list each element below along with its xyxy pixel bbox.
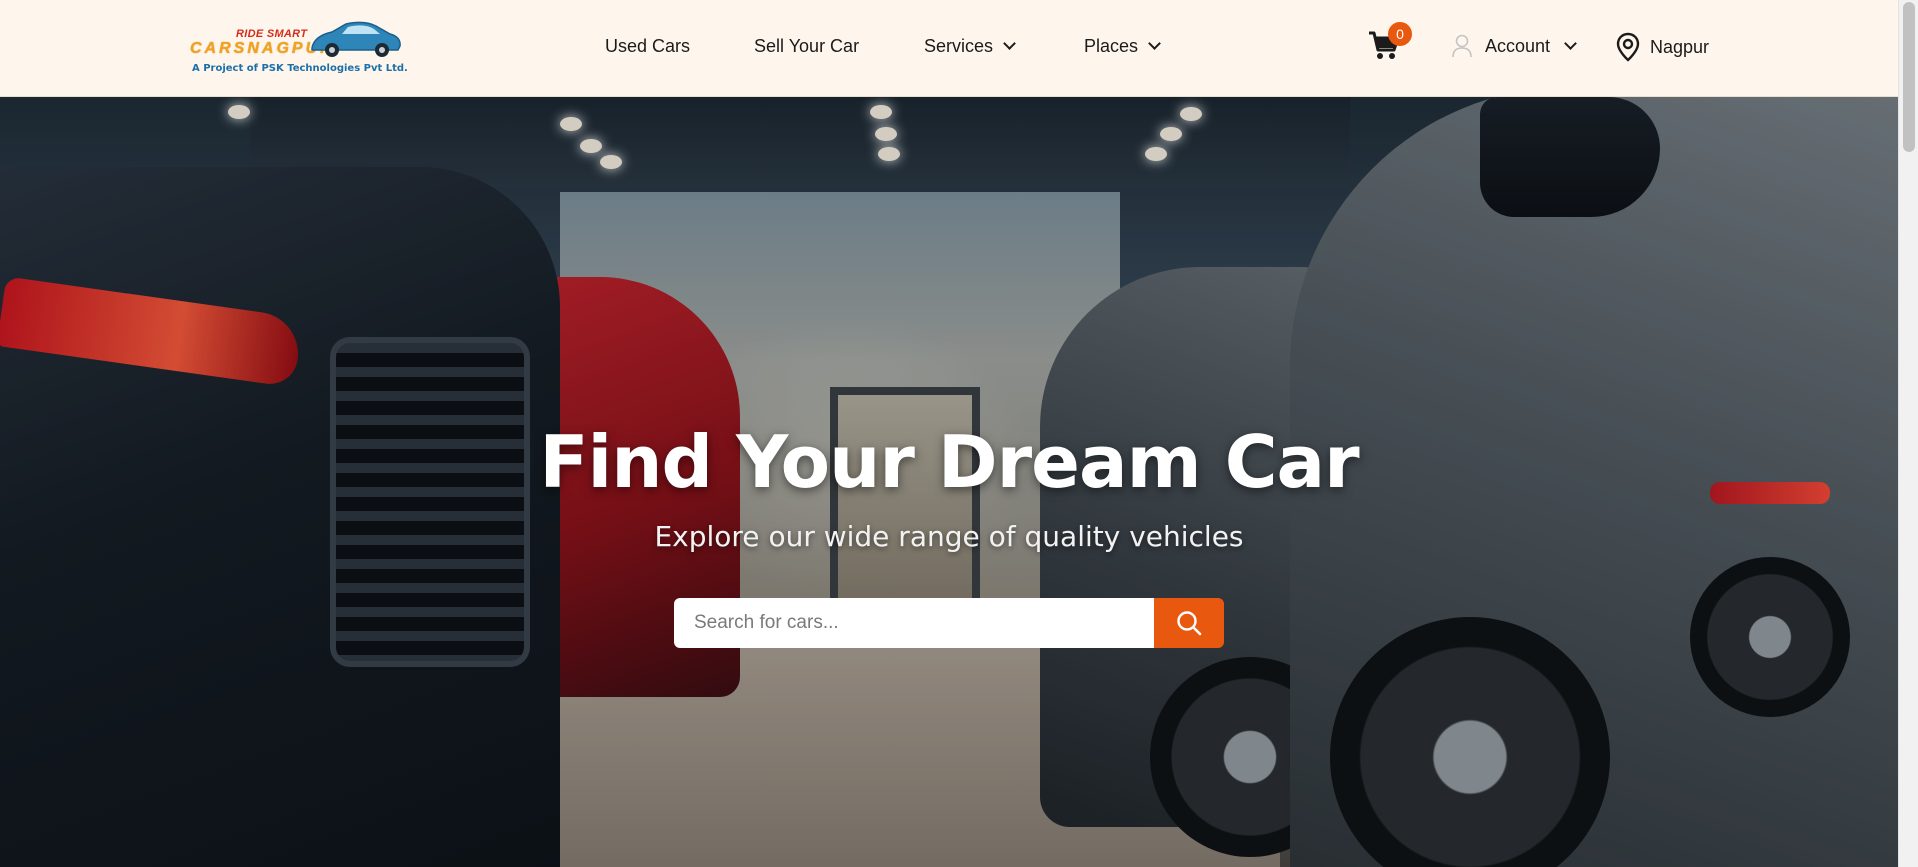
account-label: Account: [1485, 35, 1551, 56]
hero-content: Find Your Dream Car Explore our wide ran…: [0, 97, 1898, 867]
nav-places[interactable]: Places: [1084, 36, 1161, 57]
map-pin-icon: [1616, 32, 1640, 62]
car-search-bar: [674, 598, 1224, 648]
nav-label: Sell Your Car: [754, 36, 860, 56]
nav-label: Places: [1084, 36, 1139, 56]
scrollbar-thumb[interactable]: [1903, 2, 1915, 152]
hero-section: Find Your Dream Car Explore our wide ran…: [0, 97, 1898, 867]
user-icon: [1452, 34, 1472, 58]
hero-title: Find Your Dream Car: [539, 420, 1359, 504]
account-menu[interactable]: Account: [1451, 34, 1577, 58]
chevron-down-icon: [1564, 36, 1577, 50]
nav-used-cars[interactable]: Used Cars: [605, 36, 690, 57]
search-icon: [1177, 611, 1202, 636]
site-logo[interactable]: RIDE SMART CARSNAGPUR A Project of PSK T…: [188, 18, 408, 78]
nav-label: Used Cars: [605, 36, 691, 56]
chevron-down-icon: [1003, 37, 1016, 50]
nav-label: Services: [924, 36, 994, 56]
location-label: Nagpur: [1650, 36, 1710, 57]
nav-sell-your-car[interactable]: Sell Your Car: [754, 36, 859, 57]
chevron-down-icon: [1148, 37, 1161, 50]
car-search-input[interactable]: [674, 598, 1154, 648]
location-selector[interactable]: Nagpur: [1616, 32, 1709, 62]
nav-services[interactable]: Services: [924, 36, 1016, 57]
logo-tagline: RIDE SMART: [236, 28, 308, 40]
page-scrollbar[interactable]: [1898, 0, 1918, 867]
hero-subtitle: Explore our wide range of quality vehicl…: [654, 520, 1244, 553]
search-button[interactable]: [1154, 598, 1224, 648]
cart-count-badge: 0: [1388, 22, 1412, 46]
cart-button[interactable]: 0: [1368, 22, 1412, 62]
site-header: RIDE SMART CARSNAGPUR A Project of PSK T…: [0, 0, 1898, 97]
logo-car-icon: [311, 21, 401, 57]
logo-subtitle: A Project of PSK Technologies Pvt Ltd.: [192, 63, 408, 74]
